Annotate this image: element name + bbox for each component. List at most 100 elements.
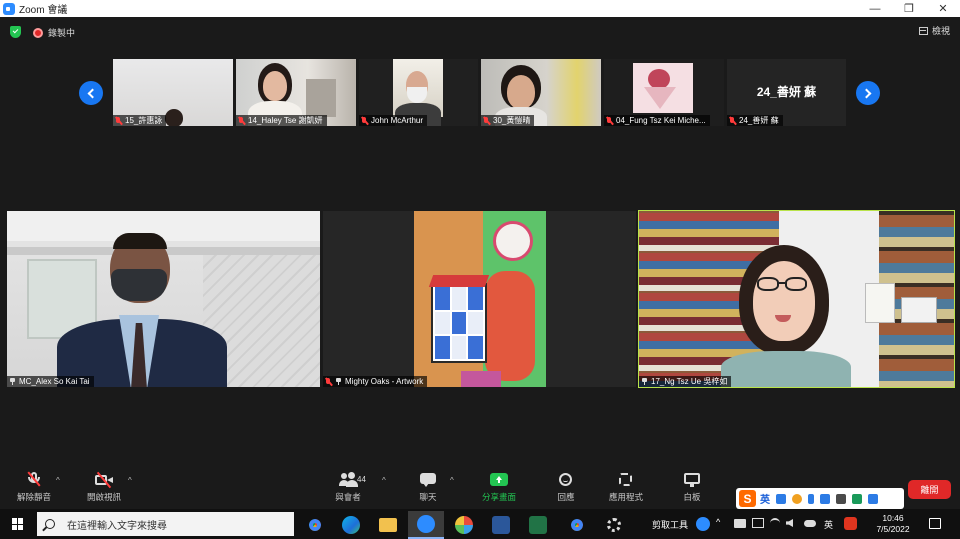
minimize-button[interactable]: — — [858, 0, 892, 17]
chrome-icon — [306, 516, 324, 534]
participants-options-chevron-icon[interactable]: ^ — [382, 476, 386, 485]
tray-overflow-chevron-icon[interactable]: ^ — [716, 517, 720, 527]
title-bar: Zoom 會議 — ❐ ✕ — [0, 0, 960, 17]
ime-keyboard-icon[interactable] — [820, 493, 830, 504]
ime-emoji-icon[interactable] — [792, 493, 802, 504]
word-app[interactable] — [483, 511, 519, 539]
apps-button[interactable]: 應用程式 — [604, 471, 648, 507]
ime-tools-icon[interactable] — [868, 493, 878, 504]
participant-thumb[interactable]: 30_黃愷晴 — [481, 59, 601, 126]
apps-label: 應用程式 — [608, 492, 643, 502]
window-title: Zoom 會議 — [19, 5, 68, 16]
participant-thumb[interactable]: 15_許惠詠 — [113, 59, 233, 126]
edge-icon — [342, 516, 360, 534]
unmute-button[interactable]: 解除靜音 — [14, 471, 54, 507]
sogou-ime-logo: S — [739, 490, 756, 507]
participant-name: 24_善妍 蘇 — [739, 116, 779, 125]
edge-app[interactable] — [333, 511, 369, 539]
zoom-icon — [417, 515, 435, 533]
shield-icon[interactable] — [10, 26, 21, 38]
ime-language[interactable]: 英 — [760, 491, 770, 506]
chrome-app-2[interactable] — [559, 511, 595, 539]
search-icon — [45, 519, 55, 529]
notification-icon[interactable] — [929, 518, 941, 529]
close-button[interactable]: ✕ — [926, 0, 960, 17]
participant-name: 04_Fung Tsz Kei Miche... — [616, 116, 706, 125]
participant-thumb[interactable]: 04_Fung Tsz Kei Miche... — [604, 59, 724, 126]
chat-button[interactable]: 聊天 — [410, 471, 446, 507]
gallery-next-button[interactable] — [856, 81, 880, 105]
search-placeholder: 在這裡輸入文字來搜尋 — [67, 520, 167, 532]
participant-name-tag: Mighty Oaks - Artwork — [323, 376, 428, 387]
restore-button[interactable]: ❐ — [892, 0, 926, 17]
participant-name: 30_黃愷晴 — [493, 116, 531, 125]
zoom-app[interactable] — [408, 511, 444, 539]
active-speaker-tile[interactable]: 17_Ng Tsz Ue 吳梓如 — [638, 210, 955, 388]
cloud-icon[interactable] — [804, 520, 816, 527]
ime-voice-icon[interactable] — [808, 493, 814, 504]
participant-thumb[interactable]: John McArthur — [359, 59, 478, 126]
zoom-tray-icon[interactable] — [696, 517, 710, 531]
excel-icon — [529, 516, 547, 534]
tray-snipping-tool[interactable]: 剪取工具 — [652, 509, 688, 539]
reactions-button[interactable]: 回應 — [548, 471, 584, 507]
participant-display-name: 24_善妍 蘇 — [756, 85, 817, 99]
taskbar-search-box[interactable]: 在這裡輸入文字來搜尋 — [37, 512, 294, 536]
display-icon[interactable] — [752, 518, 764, 528]
whiteboard-button[interactable]: 白板 — [674, 471, 710, 507]
sogou-tray-icon[interactable] — [844, 517, 857, 530]
taskbar-clock[interactable]: 10:46 7/5/2022 — [866, 513, 920, 535]
excel-app[interactable] — [520, 511, 556, 539]
share-screen-icon — [490, 471, 508, 487]
gallery-prev-button[interactable] — [79, 81, 103, 105]
battery-icon[interactable] — [734, 519, 746, 528]
chat-icon — [419, 471, 437, 487]
ime-punct-icon[interactable] — [776, 493, 786, 504]
recording-indicator[interactable]: 錄製中 — [33, 26, 75, 39]
participant-name: John McArthur — [371, 116, 424, 125]
participants-label: 與會者 — [335, 492, 361, 502]
paint-app[interactable] — [446, 511, 482, 539]
participant-name-tag: 15_許惠詠 — [113, 115, 167, 126]
view-button[interactable]: 檢視 — [918, 24, 950, 37]
participant-name: MC_Alex So Kai Tai — [19, 377, 90, 386]
pin-icon — [335, 378, 342, 385]
video-tile[interactable]: MC_Alex So Kai Tai — [7, 211, 320, 387]
share-screen-button[interactable]: 分享畫面 — [478, 471, 520, 507]
clock-date: 7/5/2022 — [876, 524, 910, 534]
pin-icon — [641, 378, 648, 385]
chat-label: 聊天 — [419, 492, 437, 502]
participant-name-tag: 04_Fung Tsz Kei Miche... — [604, 115, 710, 126]
ime-skin-icon[interactable] — [852, 493, 862, 504]
wifi-icon[interactable] — [770, 518, 780, 528]
file-explorer-app[interactable] — [370, 511, 406, 539]
mic-muted-icon — [361, 116, 367, 125]
video-tile[interactable]: Mighty Oaks - Artwork — [323, 211, 636, 387]
participant-thumb[interactable]: 24_善妍 蘇 24_善妍 蘇 — [727, 59, 846, 126]
gear-icon — [607, 518, 621, 532]
folder-icon — [379, 518, 397, 532]
end-meeting-button[interactable]: 離開 — [908, 480, 951, 499]
ime-toolbar[interactable]: S 英 — [736, 488, 904, 509]
reactions-icon — [557, 471, 575, 487]
start-video-button[interactable]: 開啟視訊 — [84, 471, 124, 507]
chrome-icon — [568, 516, 586, 534]
chevron-left-icon — [87, 88, 98, 98]
word-icon — [492, 516, 510, 534]
windows-start-icon[interactable] — [12, 518, 24, 530]
audio-options-chevron-icon[interactable]: ^ — [56, 476, 60, 485]
chat-options-chevron-icon[interactable]: ^ — [450, 476, 454, 485]
participant-name-tag: 14_Haley Tse 謝凱妍 — [236, 115, 327, 126]
mic-muted-icon — [115, 116, 121, 125]
whiteboard-icon — [683, 471, 701, 487]
share-screen-label: 分享畫面 — [481, 492, 516, 502]
video-options-chevron-icon[interactable]: ^ — [128, 476, 132, 485]
chrome-app[interactable] — [297, 511, 333, 539]
settings-app[interactable] — [596, 511, 632, 539]
tray-language[interactable]: 英 — [824, 509, 833, 539]
ime-grid-icon[interactable] — [836, 493, 846, 504]
participant-name-tag: MC_Alex So Kai Tai — [7, 376, 94, 387]
volume-icon[interactable] — [786, 519, 793, 527]
participant-thumb[interactable]: 14_Haley Tse 謝凱妍 — [236, 59, 356, 126]
recording-label: 錄製中 — [48, 28, 76, 38]
